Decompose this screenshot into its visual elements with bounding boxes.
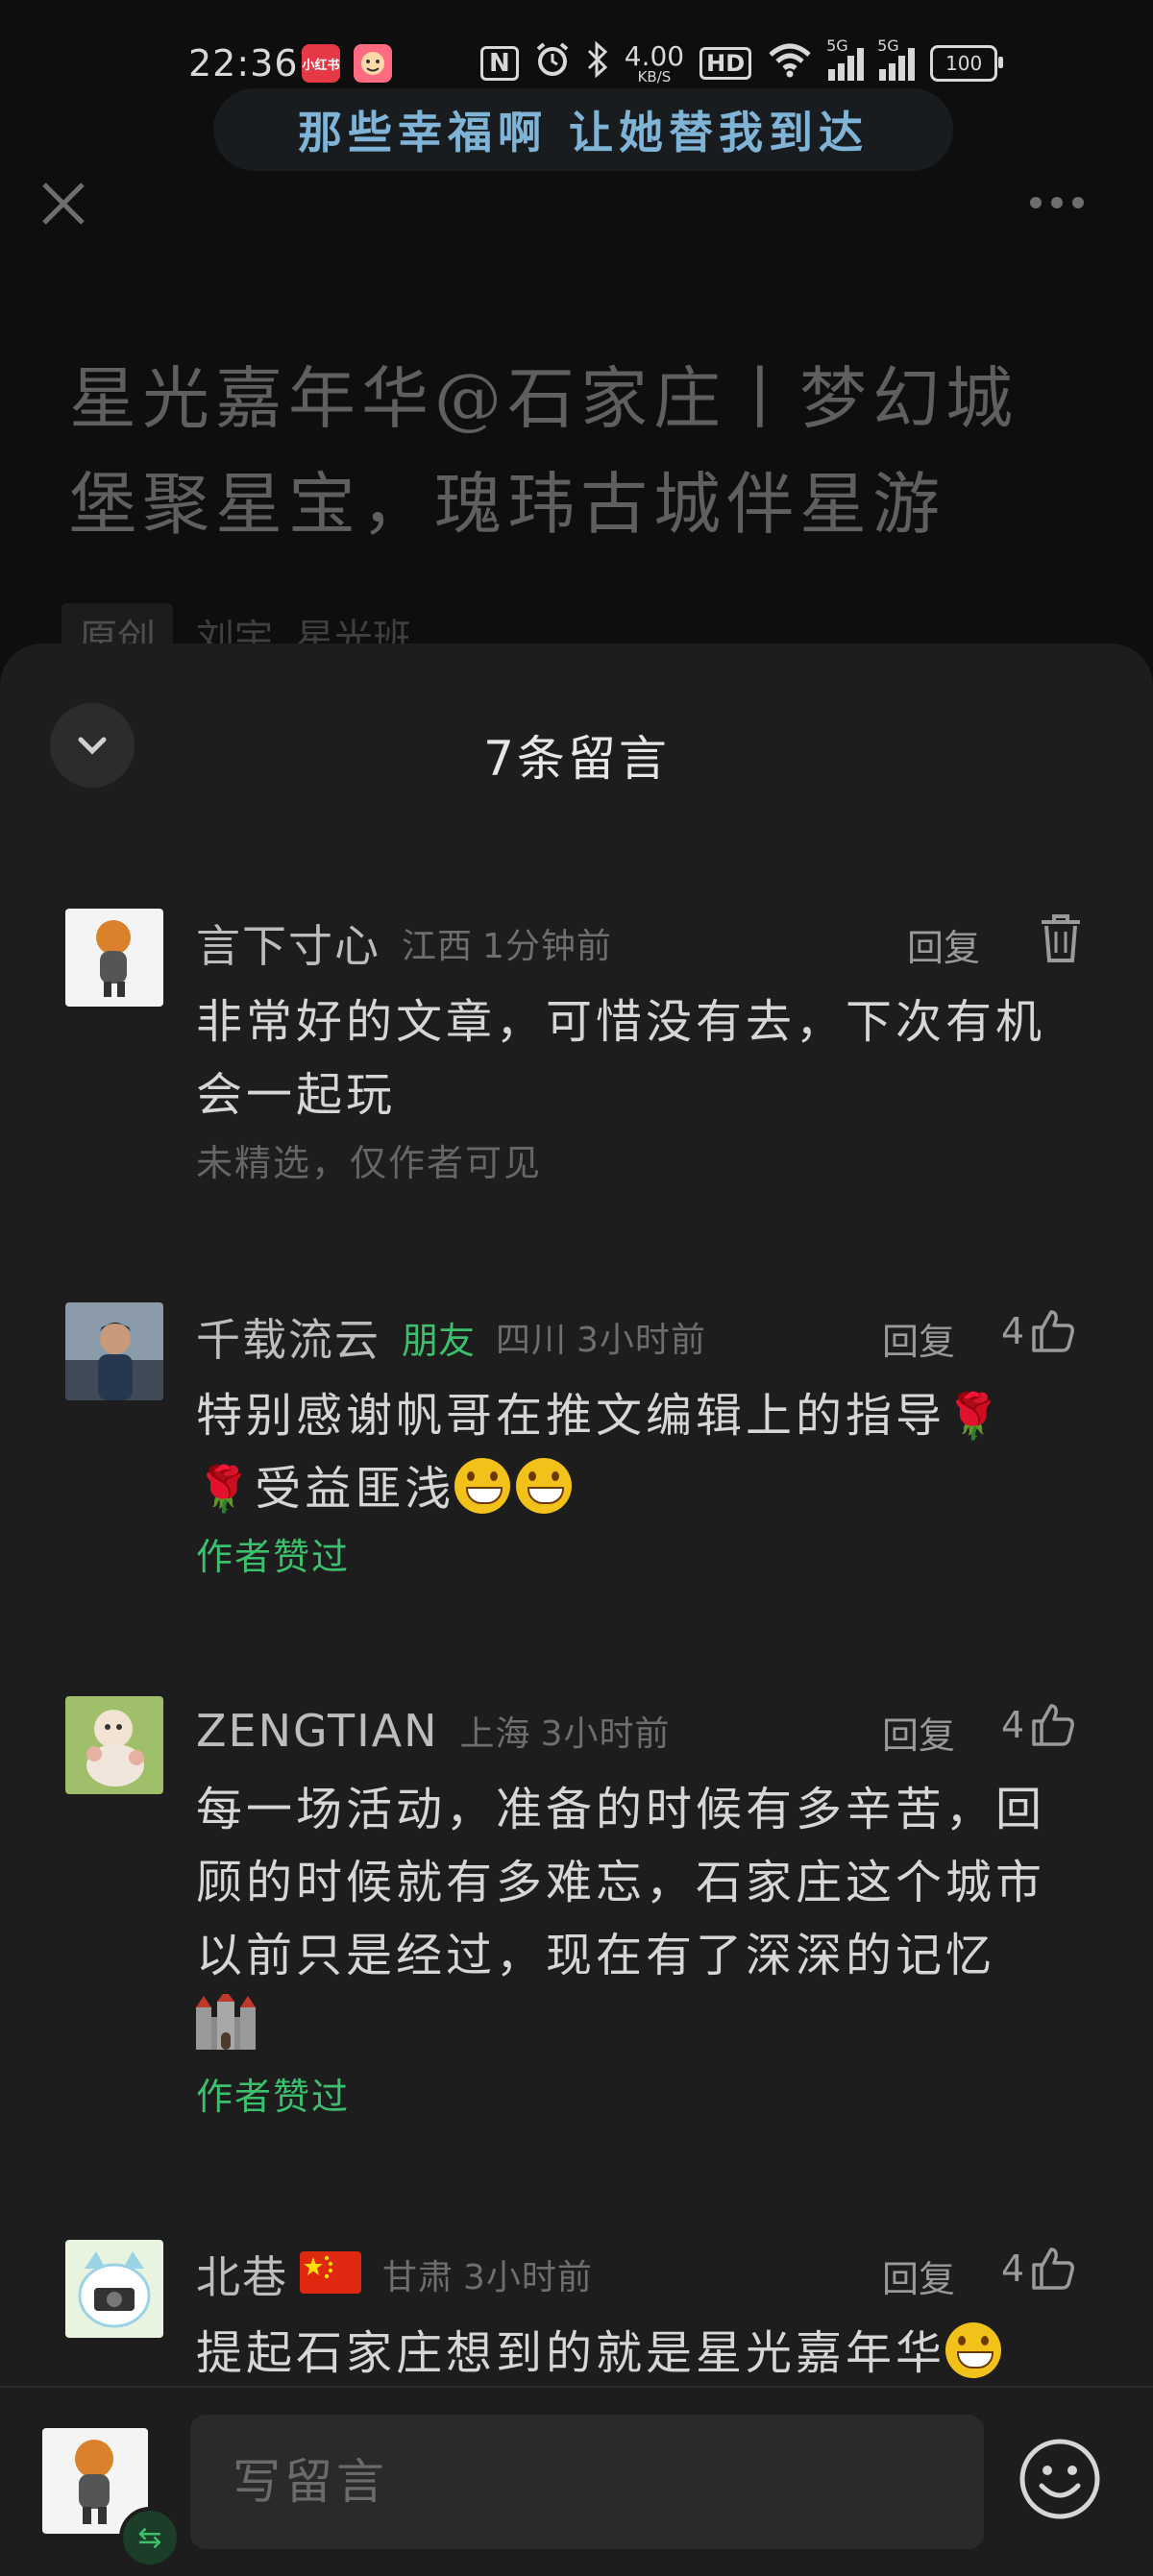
more-icon-dot [1072, 197, 1084, 208]
castle-emoji [196, 1990, 256, 2073]
comment-meta: 千载流云 朋友 四川 3小时前 [196, 1308, 706, 1366]
like-button[interactable]: 4 [1001, 1308, 1076, 1354]
signal-2-icon: 5G [877, 36, 916, 81]
thumbs-up-icon [1032, 2248, 1075, 2290]
like-count: 4 [1001, 1310, 1025, 1352]
comment-time: 3小时前 [463, 2258, 593, 2297]
more-icon-dot [1030, 197, 1042, 208]
comment-body-text: 受益匪浅 [255, 1462, 455, 1516]
lyric-text: 那些幸福啊 让她替我到达 [297, 107, 869, 158]
battery-icon: 100 [930, 45, 1004, 82]
wifi-icon [767, 41, 813, 86]
switch-account-icon: ⇆ [137, 2520, 162, 2555]
sheet-title: 7条留言 [483, 731, 670, 787]
signal-2-label: 5G [877, 36, 899, 55]
comment-body: 提起石家庄想到的就是星光嘉年华 [196, 2317, 1090, 2390]
commenter-location: 四川 [496, 1321, 568, 1360]
like-button[interactable]: 4 [1001, 2246, 1076, 2292]
avatar[interactable] [65, 909, 163, 1007]
article-title: 星光嘉年华@石家庄丨梦幻城堡聚星宝，瑰玮古城伴星游 [69, 359, 1018, 544]
avatar[interactable] [65, 2240, 163, 2338]
comment-meta: ZENGTIAN 上海 3小时前 [196, 1702, 670, 1760]
commenter-name[interactable]: 千载流云 [196, 1305, 380, 1369]
avatar[interactable] [65, 1302, 163, 1400]
grin-emoji [454, 1458, 511, 1514]
reply-button[interactable]: 回复 [882, 1706, 955, 1759]
comment-body: 每一场活动，准备的时候有多辛苦，回顾的时候就有多难忘，石家庄这个城市以前只是经过… [196, 1773, 1090, 2073]
reply-button[interactable]: 回复 [882, 1312, 955, 1365]
face-app-icon [354, 44, 392, 83]
comment-body-text: 每一场活动，准备的时候有多辛苦，回顾的时候就有多难忘，石家庄这个城市以前只是经过… [196, 1783, 1046, 1982]
net-speed: 4.00 KB/S [624, 39, 685, 85]
net-speed-unit: KB/S [637, 67, 672, 85]
reply-button[interactable]: 回复 [907, 918, 980, 971]
thumbs-up-icon [1032, 1704, 1075, 1746]
status-time: 22:36 [188, 42, 299, 85]
comment-input-bar: ⇆ [0, 2386, 1153, 2576]
commenter-name[interactable]: ZENGTIAN [196, 1705, 439, 1757]
author-liked-label: 作者赞过 [196, 1536, 351, 1578]
close-icon [42, 182, 85, 225]
comment-time: 1分钟前 [482, 927, 612, 966]
signal-1-label: 5G [826, 36, 848, 55]
comment-item: 言下寸心 江西 1分钟前 回复 非常好的文章，可惜没有去，下次有机会一起玩 未精… [0, 909, 1153, 1226]
comment-body: 特别感谢帆哥在推文编辑上的指导🌹 🌹受益匪浅 [196, 1379, 1090, 1525]
grin-emoji [516, 1458, 573, 1514]
avatar[interactable] [65, 1696, 163, 1794]
bluetooth-icon [586, 40, 609, 87]
comment-body: 非常好的文章，可惜没有去，下次有机会一起玩 [196, 995, 1046, 1122]
commenter-name[interactable]: 北巷 [196, 2243, 288, 2306]
commenter-location: 江西 [402, 927, 474, 966]
reply-button[interactable]: 回复 [882, 2249, 955, 2302]
xiaohongshu-app-icon: 小红书 [302, 44, 340, 83]
more-icon-dot [1051, 197, 1063, 208]
friend-badge: 朋友 [402, 1319, 476, 1362]
emoji-icon [1019, 2439, 1100, 2519]
comment-time: 3小时前 [540, 1714, 671, 1754]
comment-meta: 北巷 甘肃 3小时前 [196, 2246, 593, 2303]
rose-emoji: 🌹 [945, 1390, 1005, 1442]
more-button[interactable] [1030, 188, 1092, 217]
net-speed-value: 4.00 [624, 39, 685, 72]
thumbs-up-icon [1032, 1310, 1075, 1352]
switch-account-button[interactable]: ⇆ [119, 2507, 181, 2568]
comment-sheet: 7条留言 言下寸心 江西 1分钟前 回复 非常好的文章，可惜没有去，下次有机会一… [0, 644, 1153, 2574]
china-flag-emoji [300, 2251, 361, 2297]
alarm-icon [534, 41, 571, 86]
grin-emoji [945, 2322, 1002, 2378]
comment-input[interactable] [190, 2415, 984, 2549]
emoji-button[interactable] [1017, 2436, 1103, 2522]
commenter-name[interactable]: 言下寸心 [196, 911, 380, 975]
commenter-location: 上海 [459, 1714, 531, 1754]
battery-level: 100 [945, 52, 983, 75]
like-count: 4 [1001, 2248, 1025, 2290]
like-button[interactable]: 4 [1001, 1702, 1076, 1748]
comment-item: ZENGTIAN 上海 3小时前 回复 4 每一场活动，准备的时候有多辛苦，回顾… [0, 1696, 1153, 2157]
lyric-banner[interactable]: 那些幸福啊 让她替我到达 [213, 88, 953, 171]
comment-meta: 言下寸心 江西 1分钟前 [196, 914, 612, 972]
rose-emoji: 🌹 [196, 1463, 256, 1515]
hd-icon: HD [699, 47, 752, 80]
trash-icon [1042, 914, 1080, 962]
signal-1-icon: 5G [826, 36, 865, 81]
comment-body-text: 特别感谢帆哥在推文编辑上的指导 [196, 1389, 946, 1443]
delete-button[interactable] [1038, 912, 1084, 964]
author-liked-label: 作者赞过 [196, 2076, 351, 2118]
comment-item: 千载流云 朋友 四川 3小时前 回复 4 特别感谢帆哥在推文编辑上的指导🌹 🌹受… [0, 1302, 1153, 1629]
comment-time: 3小时前 [576, 1321, 706, 1360]
close-button[interactable] [37, 177, 90, 231]
commenter-location: 甘肃 [382, 2258, 454, 2297]
comment-note: 未精选，仅作者可见 [196, 1142, 543, 1184]
comment-body-text: 提起石家庄想到的就是星光嘉年华 [196, 2326, 946, 2380]
nfc-icon: N [480, 46, 519, 81]
like-count: 4 [1001, 1704, 1025, 1746]
status-icons: N 4.00 KB/S HD 5G 5G 100 [480, 36, 1004, 90]
